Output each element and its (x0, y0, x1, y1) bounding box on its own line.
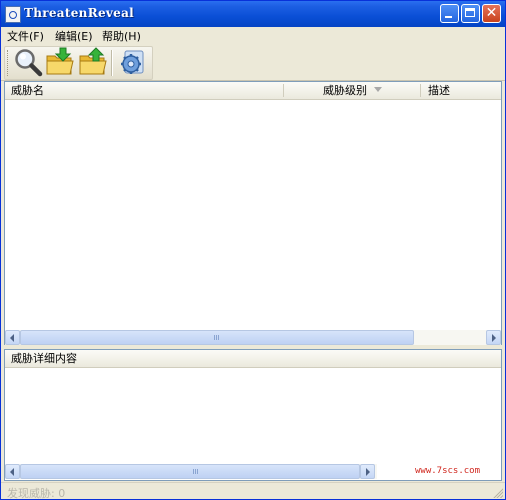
column-threat-name[interactable]: 威胁名 (11, 82, 44, 99)
toolbar-grip[interactable] (7, 50, 11, 76)
threat-detail-title: 威胁详细内容 (11, 352, 77, 365)
settings-button[interactable] (117, 47, 147, 77)
settings-gear-icon (121, 50, 144, 74)
export-button[interactable] (78, 47, 108, 77)
minimize-icon (445, 16, 452, 18)
grip-icon (193, 469, 199, 474)
menu-edit[interactable]: 编辑(E) (55, 28, 93, 44)
resize-grip-icon[interactable] (492, 487, 503, 498)
menu-bar: 文件(F) 编辑(E) 帮助(H) (1, 27, 505, 44)
window-title: ThreatenReveal (24, 6, 135, 20)
close-icon: ✕ (485, 5, 498, 21)
threat-detail-body[interactable] (5, 368, 501, 464)
import-button[interactable] (45, 47, 75, 77)
scroll-thumb[interactable] (20, 330, 414, 345)
folder-export-icon (79, 47, 107, 75)
column-threat-level[interactable]: 威胁级别 (323, 82, 367, 99)
folder-import-icon (46, 47, 74, 75)
status-threat-count: 发现威胁: 0 (7, 487, 66, 500)
status-bar: 发现威胁: 0 (1, 482, 505, 500)
threat-list-header: 威胁名 威胁级别 描述 (5, 82, 501, 100)
maximize-button[interactable] (461, 4, 480, 23)
magnifier-icon (15, 49, 43, 77)
menu-file[interactable]: 文件(F) (7, 28, 44, 44)
scroll-thumb[interactable] (20, 464, 360, 479)
arrow-right-icon (366, 468, 370, 476)
arrow-left-icon (10, 334, 14, 342)
grip-icon (214, 335, 220, 340)
close-button[interactable]: ✕ (482, 4, 501, 23)
scan-button[interactable] (13, 47, 43, 77)
toolbar (1, 44, 505, 81)
sort-descending-icon (374, 87, 382, 92)
scroll-left-button[interactable] (5, 464, 20, 479)
column-description[interactable]: 描述 (428, 82, 450, 99)
site-watermark: www.7scs.com (415, 466, 481, 476)
arrow-left-icon (10, 468, 14, 476)
scroll-right-button[interactable] (486, 330, 501, 345)
threat-detail-panel: 威胁详细内容 www.7scs.com (4, 349, 502, 481)
maximize-icon (465, 8, 475, 17)
scroll-left-button[interactable] (5, 330, 20, 345)
threat-list-body[interactable] (5, 100, 501, 330)
threat-list-hscrollbar[interactable] (5, 330, 501, 345)
minimize-button[interactable] (440, 4, 459, 23)
threat-list[interactable]: 威胁名 威胁级别 描述 (4, 81, 502, 345)
title-bar[interactable]: ThreatenReveal ✕ (1, 1, 505, 27)
scroll-right-button[interactable] (360, 464, 375, 479)
toolbar-separator (111, 50, 113, 76)
detail-hscrollbar[interactable] (5, 464, 377, 479)
column-divider[interactable] (420, 84, 421, 97)
threat-detail-header: 威胁详细内容 (5, 350, 501, 368)
column-divider[interactable] (283, 84, 284, 97)
menu-help[interactable]: 帮助(H) (102, 28, 141, 44)
arrow-right-icon (492, 334, 496, 342)
app-icon[interactable] (5, 6, 21, 23)
app-window: ThreatenReveal ✕ 文件(F) 编辑(E) 帮助(H) 威胁名 威… (0, 0, 506, 500)
